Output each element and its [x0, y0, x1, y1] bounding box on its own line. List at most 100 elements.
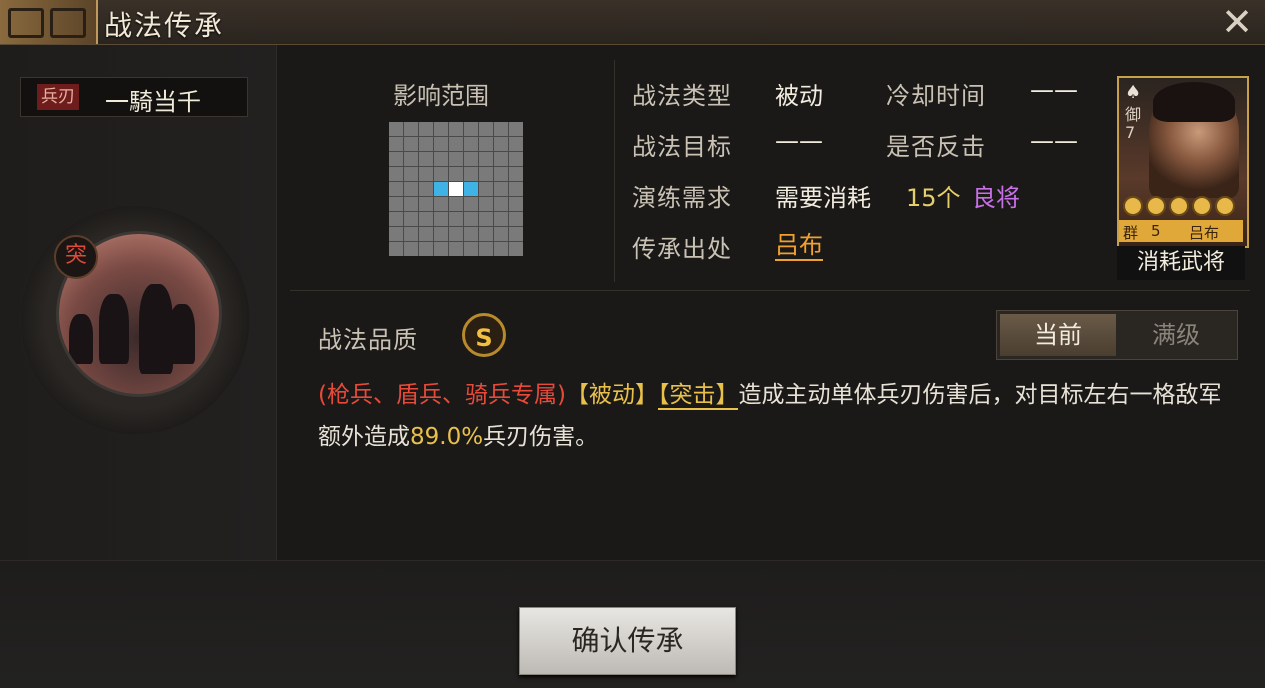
range-label: 影响范围 — [393, 82, 489, 110]
range-cell — [464, 227, 478, 241]
range-cell — [479, 227, 493, 241]
range-cell — [389, 152, 403, 166]
range-cell — [479, 152, 493, 166]
shield-stat: 御7 — [1125, 105, 1142, 142]
passive-tag: 【被动】 — [565, 382, 658, 408]
cooldown-value: —— — [1030, 76, 1078, 104]
range-cell — [449, 197, 463, 211]
range-cell — [389, 242, 403, 256]
quality-label: 战法品质 — [318, 326, 418, 354]
general-info-bar: 群 5 吕布 — [1119, 220, 1243, 242]
range-cell — [509, 227, 523, 241]
range-cell — [404, 122, 418, 136]
skill-description: (枪兵、盾兵、骑兵专属)【被动】【突击】造成主动单体兵刃伤害后，对目标左右一格敌… — [318, 374, 1228, 458]
level-tabs: 当前 满级 — [996, 310, 1238, 360]
range-cell — [419, 197, 433, 211]
range-cell — [479, 167, 493, 181]
range-cell — [479, 197, 493, 211]
range-cell — [479, 182, 493, 196]
drill-item: 良将 — [972, 184, 1020, 212]
range-cell — [419, 182, 433, 196]
quality-grade-badge: S — [462, 313, 506, 357]
source-label: 传承出处 — [632, 235, 732, 263]
counter-label: 是否反击 — [886, 133, 986, 161]
general-faction: 群 — [1123, 224, 1139, 242]
range-cell — [434, 137, 448, 151]
range-cell — [419, 227, 433, 241]
range-cell — [434, 122, 448, 136]
range-cell — [434, 212, 448, 226]
window-title: 战法传承 — [104, 9, 225, 42]
range-cell — [419, 167, 433, 181]
range-cell — [449, 122, 463, 136]
range-cell — [449, 152, 463, 166]
range-cell — [389, 197, 403, 211]
general-card[interactable]: ♠ 御7 群 5 吕布 — [1117, 76, 1249, 248]
range-cell — [419, 152, 433, 166]
confirm-inherit-button[interactable]: 确认传承 — [519, 607, 736, 675]
range-cell — [509, 182, 523, 196]
range-cell — [404, 227, 418, 241]
range-cell — [464, 167, 478, 181]
star-icon — [1215, 196, 1235, 216]
title-bar: 战法传承 ✕ — [0, 0, 1265, 45]
range-cell — [404, 182, 418, 196]
range-cell — [449, 227, 463, 241]
drill-count: 15个 — [906, 184, 961, 212]
assault-badge: 突 — [54, 235, 98, 279]
source-link[interactable]: 吕布 — [775, 231, 823, 261]
range-cell — [509, 167, 523, 181]
range-cell — [449, 212, 463, 226]
range-cell — [494, 152, 508, 166]
range-cell — [494, 197, 508, 211]
range-cell — [389, 167, 403, 181]
divider — [614, 60, 615, 282]
range-cell — [494, 137, 508, 151]
range-cell — [389, 212, 403, 226]
range-cell — [389, 182, 403, 196]
skill-type-tag: 兵刃 — [37, 84, 79, 110]
tab-max-level[interactable]: 满级 — [1118, 314, 1234, 356]
range-grid — [389, 122, 523, 256]
range-cell — [389, 227, 403, 241]
range-cell — [404, 152, 418, 166]
tab-current[interactable]: 当前 — [1000, 314, 1116, 356]
range-cell — [464, 137, 478, 151]
range-cell — [464, 197, 478, 211]
star-rating — [1123, 196, 1243, 218]
range-cell — [434, 242, 448, 256]
troop-restriction: (枪兵、盾兵、骑兵专属) — [318, 382, 566, 408]
target-label: 战法目标 — [632, 133, 732, 161]
range-cell — [494, 167, 508, 181]
type-label: 战法类型 — [632, 82, 732, 110]
range-cell — [419, 137, 433, 151]
range-cell — [479, 137, 493, 151]
target-value: —— — [775, 127, 823, 155]
divider — [290, 290, 1250, 291]
description-text-end: 兵刃伤害。 — [483, 424, 599, 450]
range-cell — [389, 137, 403, 151]
close-icon[interactable]: ✕ — [1217, 2, 1257, 42]
range-cell — [509, 212, 523, 226]
range-cell — [494, 242, 508, 256]
type-value: 被动 — [775, 82, 823, 110]
range-cell — [464, 212, 478, 226]
range-cell — [479, 212, 493, 226]
drill-label: 演练需求 — [632, 184, 732, 212]
range-cell — [494, 227, 508, 241]
range-cell — [509, 137, 523, 151]
range-cell — [464, 152, 478, 166]
range-cell — [434, 152, 448, 166]
range-cell — [404, 137, 418, 151]
range-cell — [509, 242, 523, 256]
assault-tag-link[interactable]: 【突击】 — [657, 382, 739, 410]
skill-left-panel: 兵刃 一騎当千 突 — [0, 45, 277, 560]
range-cell — [404, 212, 418, 226]
range-cell — [389, 122, 403, 136]
range-cell — [494, 182, 508, 196]
range-cell — [449, 182, 463, 196]
range-cell — [494, 122, 508, 136]
range-cell — [509, 152, 523, 166]
range-cell — [419, 212, 433, 226]
star-icon — [1192, 196, 1212, 216]
